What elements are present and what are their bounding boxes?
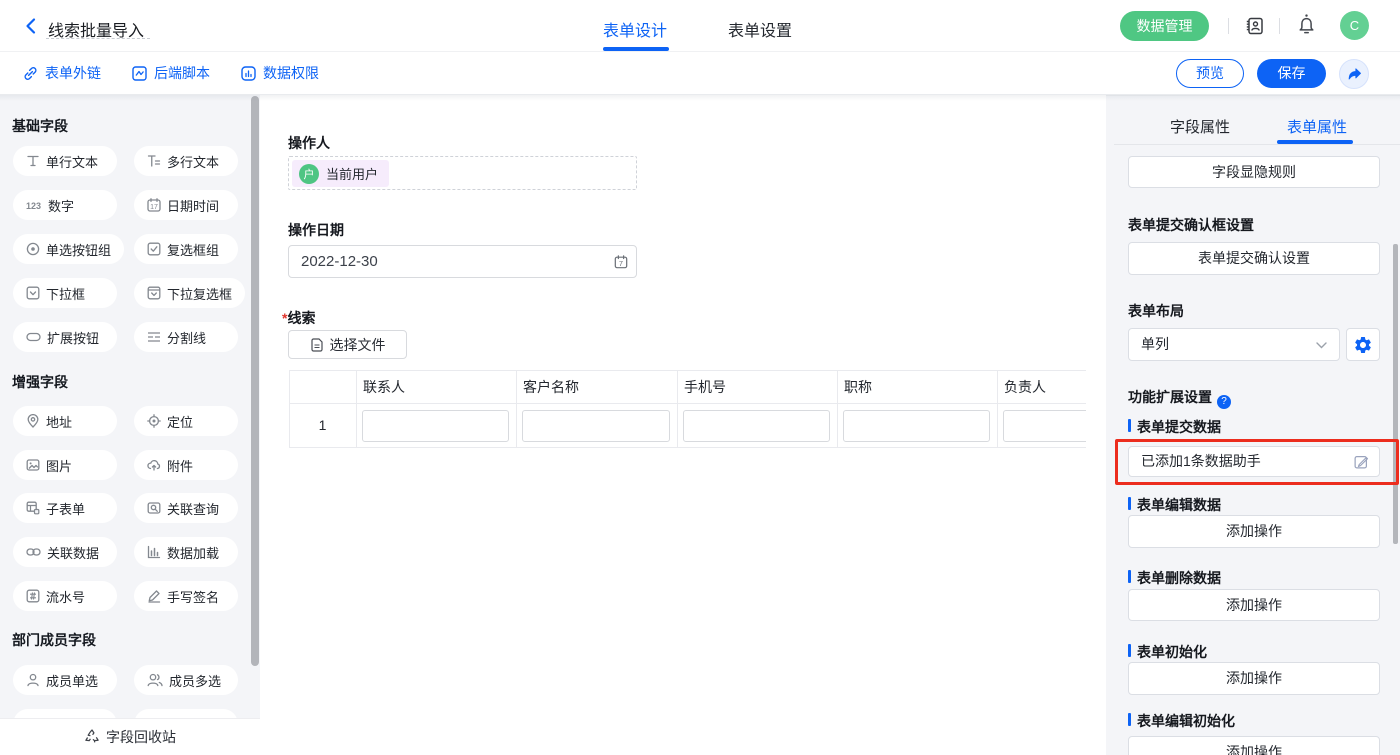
svg-text:17: 17 [150,204,158,211]
svg-text:7: 7 [619,259,623,268]
svg-text:123: 123 [26,201,41,210]
